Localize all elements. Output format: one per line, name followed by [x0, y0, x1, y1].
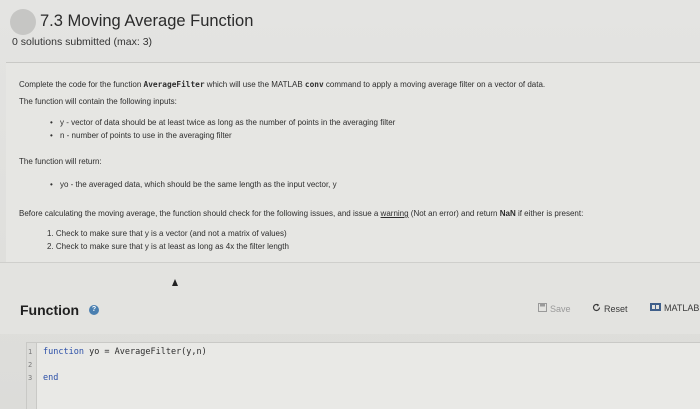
- code-editor[interactable]: 1 2 3 function yo = AverageFilter(y,n) e…: [26, 342, 700, 409]
- inputs-heading: The function will contain the following …: [19, 97, 177, 106]
- help-icon[interactable]: ?: [89, 305, 99, 315]
- input-item-n: • n - number of points to use in the aver…: [50, 131, 232, 140]
- check-item-2: 2. Check to make sure that y is at least…: [47, 242, 289, 251]
- code-line-1[interactable]: function yo = AverageFilter(y,n): [43, 347, 207, 357]
- line-number-gutter: 1 2 3: [27, 343, 37, 409]
- page: 7.3 Moving Average Function 0 solutions …: [0, 0, 700, 409]
- status-circle-icon: [10, 9, 36, 35]
- returns-heading: The function will return:: [19, 157, 102, 166]
- line-number: 3: [28, 374, 33, 382]
- open-in-matlab-button[interactable]: MATLAB: [650, 303, 699, 313]
- code-line-3[interactable]: end: [43, 373, 58, 383]
- header: 7.3 Moving Average Function 0 solutions …: [0, 0, 700, 62]
- intro-text: Complete the code for the function Avera…: [19, 80, 546, 89]
- function-title: Function: [20, 302, 80, 318]
- function-name: AverageFilter: [143, 80, 205, 89]
- submission-count: 0 solutions submitted (max: 3): [12, 36, 153, 48]
- reset-icon: [592, 303, 601, 314]
- line-number: 1: [28, 348, 33, 356]
- function-section: [0, 262, 700, 334]
- conv-command: conv: [304, 80, 324, 89]
- save-button[interactable]: Save: [538, 303, 571, 314]
- page-title: 7.3 Moving Average Function: [40, 12, 254, 30]
- check-text: Before calculating the moving average, t…: [19, 209, 584, 218]
- check-item-1: 1. Check to make sure that y is a vector…: [47, 229, 287, 238]
- nan-value: NaN: [499, 209, 516, 218]
- mouse-cursor-icon: [172, 279, 178, 286]
- save-icon: [538, 303, 547, 314]
- line-number: 2: [28, 361, 33, 369]
- matlab-icon: [650, 303, 661, 313]
- input-item-y: • y - vector of data should be at least t…: [50, 118, 396, 127]
- warning-link[interactable]: warning: [381, 209, 409, 218]
- return-item-yo: • yo - the averaged data, which should be…: [50, 180, 337, 189]
- reset-button[interactable]: Reset: [592, 303, 628, 314]
